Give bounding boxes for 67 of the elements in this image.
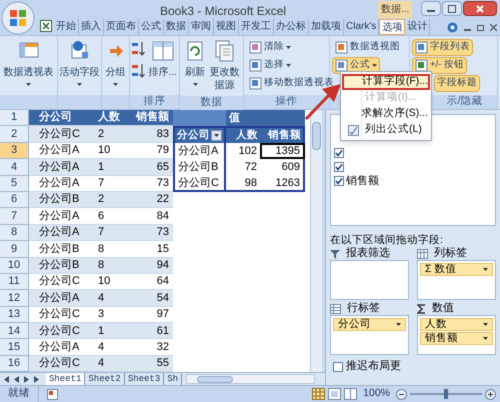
table-cell: 79 <box>125 142 173 160</box>
instruction-text: 在以下区域间拖动字段: <box>330 233 444 246</box>
table-cell: 73 <box>125 224 173 242</box>
table-cell: 8 <box>90 258 125 274</box>
context-tab-group: 数据... <box>378 1 412 18</box>
area-label: 报表筛选 <box>346 246 390 262</box>
table-cell: 分公司A <box>29 142 90 160</box>
table-cell: 54 <box>125 290 173 307</box>
field-label: 销售额 <box>346 174 379 189</box>
status-text: 就绪 <box>0 386 39 402</box>
table-cell: 分公司A <box>29 339 90 356</box>
table-cell: 65 <box>125 159 173 176</box>
pivot-caption: 值 <box>226 110 260 126</box>
table-cell: 10 <box>90 274 125 290</box>
zoom-level: 100% <box>363 386 390 402</box>
area-label: 列标签 <box>434 246 467 262</box>
table-cell: 22 <box>125 192 173 208</box>
group-label: 排序 <box>144 94 166 110</box>
table-cell: 分公司A <box>29 176 90 192</box>
table-cell: 10 <box>90 142 125 160</box>
table-cell: 1 <box>90 323 125 340</box>
table-cell: 分公司B <box>29 192 90 208</box>
column-header: 人数 <box>90 110 125 126</box>
table-cell: 1 <box>90 159 125 176</box>
table-cell: 73 <box>125 176 173 192</box>
table-cell: 64 <box>125 274 173 290</box>
group-label: 数据 <box>200 95 222 110</box>
table-cell: 83 <box>125 126 173 143</box>
group-label: 操作 <box>276 94 298 110</box>
table-cell: 分公司C <box>29 126 90 143</box>
table-cell: 分公司B <box>29 241 90 258</box>
table-cell: 分公司A <box>29 290 90 307</box>
table-cell: 6 <box>90 208 125 225</box>
table-cell: 分公司A <box>29 159 90 176</box>
column-header: 分公司 <box>29 110 90 126</box>
table-cell: 7 <box>90 176 125 192</box>
table-cell: 2 <box>90 192 125 208</box>
table-cell: 4 <box>90 339 125 356</box>
table-cell: 84 <box>125 208 173 225</box>
table-cell: 分公司A <box>29 208 90 225</box>
table-cell: 分公司C <box>29 323 90 340</box>
table-cell: 94 <box>125 258 173 274</box>
table-cell: 55 <box>125 356 173 372</box>
window-title: Book3 - Microsoft Excel <box>160 3 286 20</box>
table-cell: 分公司A <box>29 224 90 242</box>
table-cell: 61 <box>125 323 173 340</box>
table-cell: 4 <box>90 356 125 372</box>
table-cell: 7 <box>90 224 125 242</box>
table-cell: 15 <box>125 241 173 258</box>
table-cell: 分公司C <box>29 306 90 324</box>
pivot-header-text: 分公司 <box>177 128 210 143</box>
column-header: 销售额 <box>125 110 173 126</box>
pivot-column-header: 人数 <box>226 126 260 143</box>
table-cell: 2 <box>90 126 125 143</box>
table-cell: 8 <box>90 241 125 258</box>
table-cell: 4 <box>90 290 125 307</box>
table-cell: 分公司C <box>29 274 90 290</box>
group-label: 示/隐藏 <box>446 94 482 110</box>
table-cell: 32 <box>125 339 173 356</box>
table-cell: 97 <box>125 306 173 324</box>
table-cell: 分公司B <box>29 258 90 274</box>
pivot-column-header: 销售额 <box>260 126 305 143</box>
table-cell: 3 <box>90 306 125 324</box>
area-label: 行标签 <box>347 301 380 316</box>
table-cell: 分公司C <box>29 356 90 372</box>
checkbox-label: 推迟布局更 <box>346 359 401 374</box>
area-label: 数值 <box>432 301 454 316</box>
